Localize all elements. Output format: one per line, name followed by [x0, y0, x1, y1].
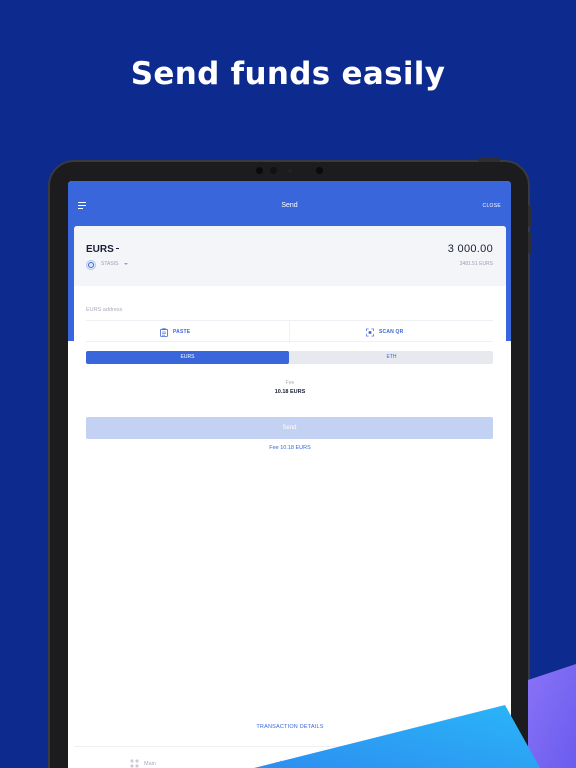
- address-input[interactable]: [86, 304, 493, 316]
- scan-qr-button[interactable]: SCAN QR: [366, 321, 403, 343]
- provider-selector[interactable]: STASIS: [101, 261, 118, 267]
- page-title: Send: [281, 202, 298, 209]
- scan-qr-icon: [366, 328, 374, 336]
- bottom-tab-bar: Main Receive: [74, 746, 506, 768]
- fee-note: Fee 10.18 EURS: [269, 445, 311, 451]
- tab-eurs[interactable]: EURS: [86, 351, 289, 364]
- scan-qr-label: SCAN QR: [379, 329, 404, 335]
- send-button[interactable]: Send: [86, 417, 493, 439]
- close-button[interactable]: CLOSE: [483, 203, 501, 209]
- transaction-details-link[interactable]: TRANSACTION DETAILS: [74, 724, 506, 730]
- available-balance: 3481.51 EURS: [459, 261, 493, 267]
- fee-label: Fee: [285, 380, 295, 386]
- tab-main[interactable]: Main: [130, 759, 156, 768]
- tab-receive[interactable]: Receive: [274, 759, 308, 768]
- fee-value: 10.18 EURS: [274, 389, 306, 395]
- power-button: [478, 158, 500, 162]
- volume-button: [528, 205, 532, 227]
- tab-eth[interactable]: ETH: [290, 351, 493, 364]
- main-grid-icon: [130, 759, 139, 768]
- stasis-coin-icon: [86, 260, 96, 270]
- receive-icon: [275, 760, 282, 767]
- address-actions: PASTE SCAN QR: [86, 320, 493, 343]
- promo-headline: Send funds easily: [130, 56, 446, 92]
- currency-selector[interactable]: EURS: [86, 244, 114, 255]
- camera-bar: [252, 164, 332, 176]
- tab-receive-label: Receive: [288, 760, 308, 767]
- send-form: EURS STASIS 3 000.00 3481.51 EURS PASTE: [74, 226, 506, 768]
- balance-amount: 3 000.00: [447, 243, 493, 255]
- tab-main-label: Main: [144, 760, 156, 767]
- balance-card: EURS STASIS 3 000.00 3481.51 EURS: [74, 226, 506, 286]
- chevron-down-icon[interactable]: [124, 263, 128, 265]
- divider: [289, 321, 290, 343]
- app-screen: Send CLOSE EURS STASIS 3 000.00 3481.51 …: [68, 181, 511, 768]
- volume-button: [528, 232, 532, 254]
- clipboard-icon: [160, 327, 168, 337]
- paste-label: PASTE: [173, 329, 191, 335]
- chevron-down-icon[interactable]: [116, 248, 119, 249]
- paste-button[interactable]: PASTE: [160, 321, 190, 343]
- fee-currency-toggle: EURS ETH: [86, 351, 493, 364]
